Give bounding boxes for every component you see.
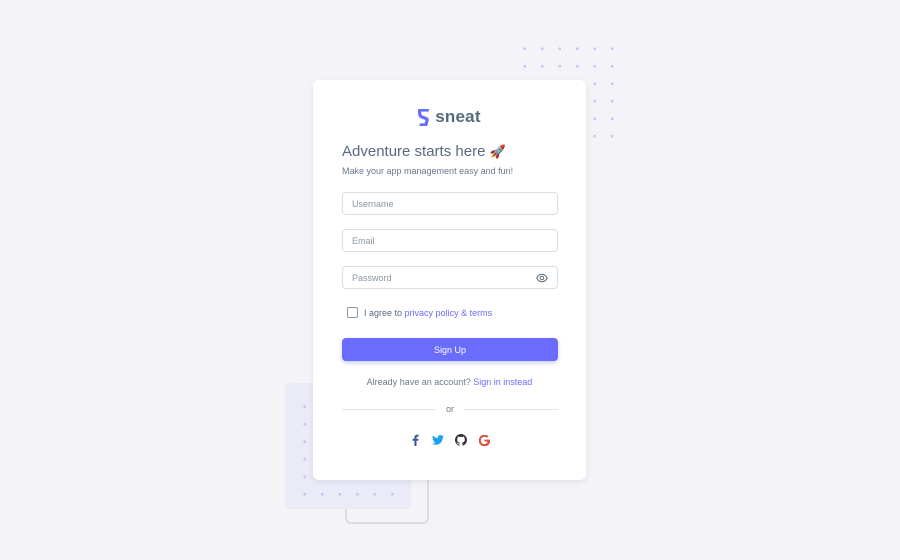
divider-line-right [464,408,559,410]
password-input[interactable] [352,272,536,283]
sneat-logo-icon [418,108,430,126]
page-title-text: Adventure starts here [342,143,486,160]
brand-logo[interactable]: sneat [313,107,586,127]
brand-name: sneat [435,107,481,126]
terms-agreement: I agree to privacy policy & terms [347,307,492,318]
divider-line-left [342,408,436,410]
facebook-login-button[interactable] [409,434,421,446]
signin-prompt: Already have an account? Sign in instead [313,377,586,387]
google-icon [478,434,490,446]
twitter-login-button[interactable] [432,434,444,446]
twitter-icon [432,435,444,445]
github-icon [455,434,467,446]
social-login-row [313,434,586,446]
google-login-button[interactable] [478,434,490,446]
username-input[interactable] [352,198,548,209]
signin-prompt-text: Already have an account? [366,377,471,387]
terms-checkbox[interactable] [347,307,358,318]
rocket-emoji: 🚀 [489,144,506,159]
page-title: Adventure starts here 🚀 [342,143,506,160]
eye-icon[interactable] [536,272,548,284]
github-login-button[interactable] [455,434,467,446]
page-subtitle: Make your app management easy and fun! [342,166,514,176]
email-field[interactable] [342,229,558,252]
terms-label-prefix: I agree to [364,307,403,318]
or-divider: or [342,402,559,416]
email-input[interactable] [352,235,548,246]
sign-in-link[interactable]: Sign in instead [473,377,532,387]
terms-label: I agree to privacy policy & terms [364,308,492,318]
password-field[interactable] [342,266,558,289]
username-field[interactable] [342,192,558,215]
facebook-icon [412,434,419,446]
divider-text: or [446,404,455,414]
sign-up-button[interactable]: Sign Up [342,338,558,361]
signup-card: sneat Adventure starts here 🚀 Make your … [313,80,586,480]
privacy-terms-link[interactable]: privacy policy & terms [405,308,493,318]
